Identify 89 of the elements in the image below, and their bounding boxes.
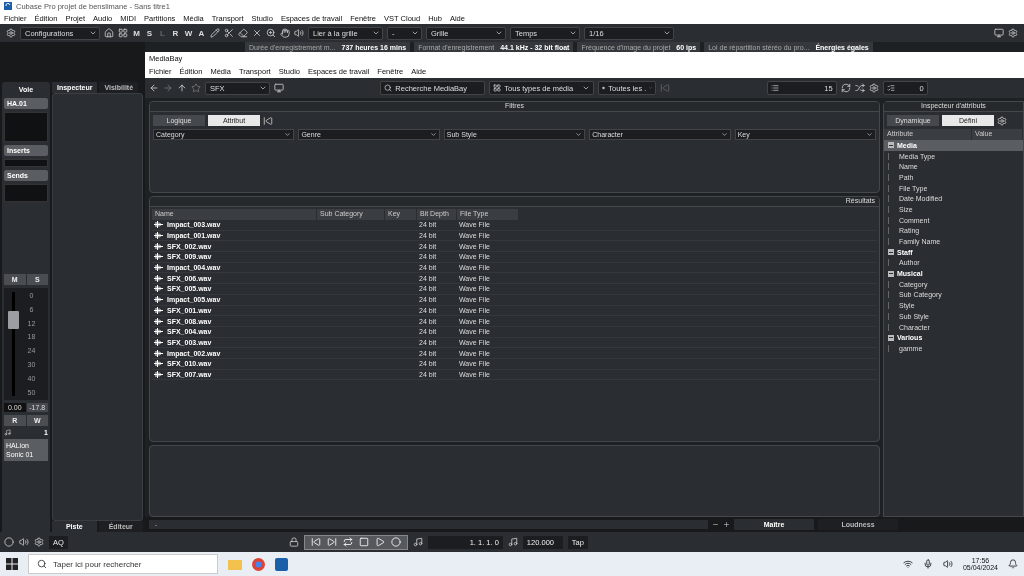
lock-icon[interactable] <box>288 537 299 547</box>
zoom-icon[interactable] <box>266 28 276 38</box>
star-icon[interactable] <box>191 83 201 93</box>
speaker-icon[interactable] <box>294 28 304 38</box>
checklist-icon <box>886 84 895 92</box>
waveform-icon <box>154 274 163 282</box>
loop-icon[interactable] <box>342 537 353 547</box>
caret-icon <box>429 131 437 138</box>
eraser-icon[interactable] <box>238 28 248 38</box>
speaker-icon[interactable] <box>19 537 29 547</box>
collapse-icon[interactable] <box>888 249 894 256</box>
circle-icon[interactable] <box>4 537 14 547</box>
caret-icon <box>575 131 583 138</box>
taskbar-search-field[interactable]: Taper ici pour rechercher <box>28 554 218 574</box>
monitor-icon[interactable] <box>994 28 1004 38</box>
up-arrow-icon[interactable] <box>177 83 187 93</box>
forward-arrow-icon[interactable] <box>163 83 173 93</box>
waveform-icon <box>154 296 163 304</box>
app-icon[interactable] <box>275 557 288 571</box>
windows-logo-icon[interactable] <box>6 558 18 570</box>
caret-icon <box>582 84 591 92</box>
notification-icon[interactable] <box>1008 559 1018 569</box>
search-icon <box>384 84 393 92</box>
note-icon <box>4 428 11 436</box>
waveform-icon <box>154 285 163 293</box>
monitor-icon[interactable] <box>274 83 284 93</box>
mode-key[interactable]: A <box>197 28 206 38</box>
gear-icon[interactable] <box>1008 28 1018 38</box>
mode-key[interactable]: R <box>171 28 180 38</box>
search-icon <box>37 559 47 569</box>
browser-icon[interactable] <box>252 557 265 571</box>
caret-icon <box>663 29 671 37</box>
caret-icon <box>495 29 503 37</box>
pencil-icon[interactable] <box>210 28 220 38</box>
network-icon[interactable] <box>902 559 913 569</box>
waveform-icon <box>154 317 163 325</box>
caret-icon <box>866 131 874 138</box>
waveform-icon <box>154 253 163 261</box>
waveform-icon <box>154 360 163 368</box>
waveform-icon <box>154 338 163 346</box>
grid-icon[interactable] <box>118 28 128 38</box>
waveform-icon <box>154 349 163 357</box>
home-icon[interactable] <box>104 28 114 38</box>
refresh-icon[interactable] <box>840 83 851 93</box>
fader-handle[interactable] <box>8 310 19 329</box>
speaker-icon[interactable] <box>942 559 953 569</box>
caret-icon <box>411 29 419 37</box>
note-icon[interactable] <box>412 537 423 547</box>
star-icon <box>602 84 606 92</box>
back-arrow-icon[interactable] <box>149 83 159 93</box>
note-icon[interactable] <box>507 537 518 547</box>
list-icon <box>770 84 779 92</box>
waveform-icon <box>154 242 163 250</box>
scissors-icon[interactable] <box>224 28 234 38</box>
collapse-icon[interactable] <box>888 270 894 277</box>
gear-icon[interactable] <box>34 537 44 547</box>
collapse-icon[interactable] <box>888 142 894 149</box>
waveform-icon <box>154 221 163 229</box>
settings-icon[interactable] <box>997 115 1007 126</box>
rewind-icon[interactable] <box>263 115 273 126</box>
gear-icon[interactable] <box>6 28 16 38</box>
shuffle-icon[interactable] <box>854 83 865 93</box>
microphone-icon[interactable] <box>922 559 933 569</box>
waveform-icon <box>154 328 163 336</box>
x-icon[interactable] <box>252 28 262 38</box>
stop-icon[interactable] <box>358 537 369 547</box>
settings-icon[interactable] <box>868 83 879 93</box>
play-icon[interactable] <box>374 537 385 547</box>
go-to-end-icon[interactable] <box>326 537 337 547</box>
waveform-icon <box>154 306 163 314</box>
minus-icon[interactable] <box>712 521 719 528</box>
caret-icon <box>284 131 292 138</box>
mode-key[interactable]: M <box>132 28 141 38</box>
caret-icon <box>259 84 267 92</box>
record-icon[interactable] <box>390 537 401 547</box>
caret-icon <box>372 29 380 37</box>
go-to-start-icon[interactable] <box>310 537 321 547</box>
mode-key[interactable]: W <box>184 28 193 38</box>
waveform-icon <box>154 370 163 378</box>
grid-icon <box>493 84 502 92</box>
caret-icon <box>569 29 577 37</box>
plus-icon[interactable] <box>723 521 730 528</box>
caret-icon <box>720 131 728 138</box>
mode-key[interactable]: S <box>145 28 154 38</box>
hand-icon[interactable] <box>280 28 290 38</box>
waveform-icon <box>154 232 163 240</box>
caret-icon <box>89 29 97 37</box>
waveform-icon <box>154 264 163 272</box>
collapse-icon[interactable] <box>888 334 894 341</box>
